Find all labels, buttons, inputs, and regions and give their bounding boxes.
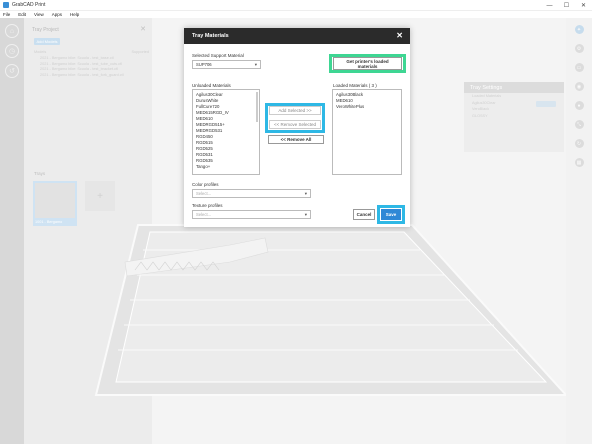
settings-icon[interactable]: ⚙ [574, 44, 584, 53]
close-window-icon[interactable]: ✕ [575, 0, 592, 11]
tray-settings-panel: Tray Settings Loaded Materials Agilus30C… [464, 82, 564, 152]
support-material-value: SUP706 [196, 62, 212, 67]
unloaded-materials-label: Unloaded Materials [192, 83, 231, 88]
schedule-icon[interactable]: ◷ [5, 44, 19, 58]
supported-header: Supported [131, 50, 149, 54]
tray-settings-title: Tray Settings [464, 82, 564, 93]
app-logo-icon [3, 2, 9, 8]
material-icon[interactable]: ◉ [574, 82, 584, 91]
title-bar: GrabCAD Print — ☐ ✕ [0, 0, 592, 11]
loaded-materials-label: Loaded Materials ( 3 ) [333, 83, 377, 88]
menu-apps[interactable]: Apps [52, 12, 62, 17]
tray-settings-toggle[interactable] [536, 101, 556, 107]
arrange-icon[interactable]: ▦ [574, 158, 584, 167]
tray-caption: 1001 - Bergamo [33, 218, 77, 226]
add-selected-button[interactable]: Add Selected >> [269, 106, 321, 115]
project-panel: Tray Project ✕ Add Models Models Support… [24, 18, 152, 444]
texture-profiles-label: Texture profiles [192, 203, 223, 208]
home-icon[interactable]: ⌂ [5, 24, 19, 38]
tray-settings-row: GLOSSY [472, 113, 488, 118]
maximize-icon[interactable]: ☐ [558, 0, 575, 11]
tray-materials-dialog: Tray Materials ✕ Selected Support Materi… [184, 28, 410, 227]
unloaded-materials-list[interactable]: Agilus30Clear DurusWhite FullCure720 MED… [192, 89, 260, 175]
printer-icon[interactable]: ✦ [574, 25, 584, 34]
support-material-select[interactable]: SUP706 ▾ [192, 60, 261, 69]
menu-bar: File Edit View Apps Help [0, 11, 592, 18]
window-title: GrabCAD Print [12, 2, 46, 8]
chevron-down-icon: ▾ [304, 212, 307, 217]
menu-file[interactable]: File [3, 12, 10, 17]
texture-profiles-placeholder: Select... [196, 212, 212, 217]
menu-edit[interactable]: Edit [18, 12, 26, 17]
minimize-icon[interactable]: — [541, 0, 558, 11]
left-rail: ⌂ ◷ ↺ [0, 18, 24, 444]
save-button[interactable]: Save [381, 209, 401, 220]
rotate-icon[interactable]: ↻ [574, 139, 584, 148]
menu-view[interactable]: View [34, 12, 44, 17]
history-icon[interactable]: ↺ [5, 64, 19, 78]
loaded-materials-list[interactable]: Agilus30Black MED610 VeroWhitePlus [332, 89, 402, 175]
panel-title: Tray Project [32, 27, 59, 33]
menu-help[interactable]: Help [70, 12, 79, 17]
list-item[interactable]: Tango+ [196, 164, 256, 170]
scale-icon[interactable]: ⤡ [574, 120, 584, 129]
trays-label: Trays [34, 171, 46, 176]
cancel-button[interactable]: Cancel [353, 209, 375, 220]
remove-all-button[interactable]: << Remove All [268, 135, 324, 144]
right-rail: ✦ ⚙ ▭ ◉ ● ⤡ ↻ ▦ [566, 18, 592, 444]
model-list: Models Supported 2021 - Bergamo bike: Sc… [34, 50, 149, 78]
texture-profiles-select[interactable]: Select... ▾ [192, 210, 311, 219]
get-loaded-materials-button[interactable]: Get printer's loaded materials [333, 57, 402, 70]
dialog-title: Tray Materials [192, 33, 229, 39]
add-models-button[interactable]: Add Models [34, 38, 60, 45]
color-profiles-select[interactable]: Select... ▾ [192, 189, 311, 198]
chevron-down-icon: ▾ [254, 62, 257, 67]
support-material-label: Selected Support Material [192, 53, 244, 58]
add-tray-button[interactable]: + [85, 181, 115, 211]
close-icon[interactable]: ✕ [396, 31, 403, 40]
list-item[interactable]: 2021 - Bergamo bike: Scuola - test_fork_… [34, 73, 149, 79]
models-header: Models [34, 50, 47, 54]
list-item[interactable]: VeroWhitePlus [336, 104, 398, 110]
dialog-header: Tray Materials ✕ [184, 28, 410, 44]
tray-icon[interactable]: ▭ [574, 63, 584, 72]
scrollbar[interactable] [256, 92, 258, 122]
chevron-down-icon: ▾ [304, 191, 307, 196]
color-profiles-label: Color profiles [192, 182, 219, 187]
close-icon[interactable]: ✕ [140, 25, 146, 33]
color-profiles-placeholder: Select... [196, 191, 212, 196]
user-icon[interactable]: ● [574, 101, 584, 110]
window-controls: — ☐ ✕ [541, 0, 592, 11]
model-list-header: Models Supported [34, 50, 149, 54]
remove-selected-button[interactable]: << Remove Selected [269, 120, 321, 129]
